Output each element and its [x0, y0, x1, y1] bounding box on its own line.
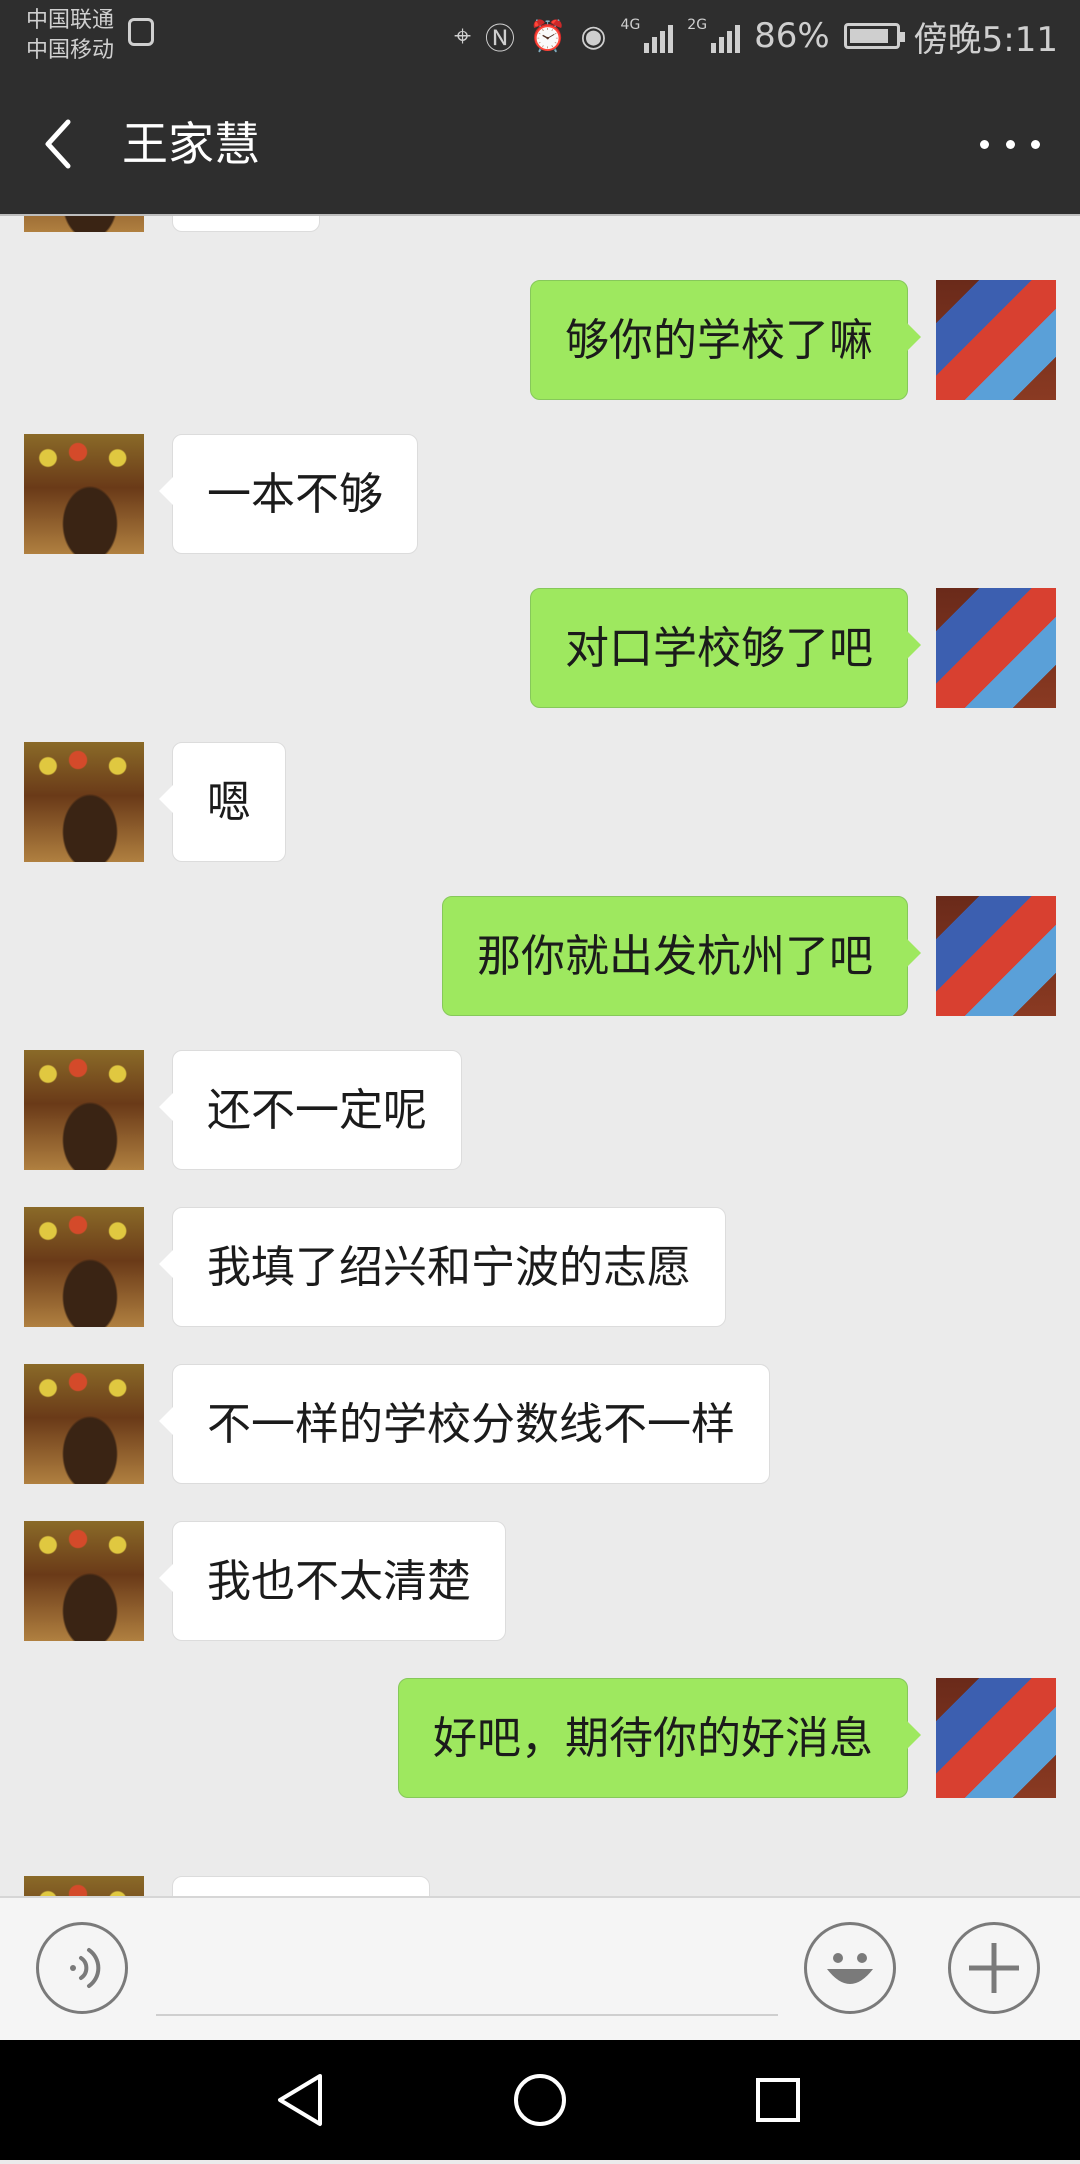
chevron-left-icon — [45, 119, 71, 169]
emoji-button[interactable] — [804, 1922, 896, 2014]
input-bar — [0, 1896, 1080, 2040]
my-avatar[interactable] — [936, 588, 1056, 708]
network-type-1: 4G — [620, 17, 641, 33]
message-row: 对口学校够了吧 — [0, 588, 1080, 708]
network-type-2: 2G — [687, 17, 708, 33]
carrier-info: 中国联通 中国移动 — [26, 6, 114, 66]
system-nav-bar — [0, 2040, 1080, 2160]
emoji-icon — [827, 1953, 873, 1984]
message-bubble-incoming[interactable] — [172, 1876, 430, 1896]
message-row: 我也不太清楚 — [0, 1521, 1080, 1641]
message-partial-bottom — [0, 1876, 1080, 1896]
message-row: 好吧，期待你的好消息 — [0, 1678, 1080, 1798]
status-indicators: ⌖ Ⓝ ⏰ ◉ 4G 2G 86% 傍晚5:11 — [454, 0, 1058, 72]
location-icon: ⌖ — [454, 18, 471, 54]
message-row: 一本不够 — [0, 434, 1080, 554]
carrier-2: 中国移动 — [26, 38, 115, 63]
contact-avatar[interactable] — [24, 216, 144, 232]
message-list[interactable]: 够你的学校了嘛 一本不够 对口学校够了吧嗯那你就出发杭州了吧还不一定呢我填了绍兴和宁… — [0, 216, 1080, 1896]
carrier-1: 中国联通 — [26, 8, 115, 33]
more-button[interactable] — [980, 134, 1040, 154]
contact-avatar[interactable] — [24, 1050, 144, 1170]
message-partial-top — [0, 216, 1080, 232]
message-bubble-outgoing[interactable]: 够你的学校了嘛 — [530, 280, 921, 400]
chat-header: 王家慧 — [0, 72, 1080, 216]
battery-icon — [843, 23, 905, 49]
message-row: 那你就出发杭州了吧 — [0, 896, 1080, 1016]
more-icon — [980, 139, 989, 149]
plus-button[interactable] — [948, 1922, 1040, 2014]
message-bubble-outgoing[interactable]: 对口学校够了吧 — [530, 588, 921, 708]
message-bubble-incoming[interactable]: 我填了绍兴和宁波的志愿 — [159, 1207, 726, 1327]
message-row: 够你的学校了嘛 — [0, 280, 1080, 400]
my-avatar[interactable] — [936, 896, 1056, 1016]
battery-fill — [849, 29, 888, 43]
notification-icon — [128, 18, 154, 46]
voice-icon — [70, 1948, 101, 1988]
message-bubble-incoming[interactable]: 还不一定呢 — [159, 1050, 462, 1170]
plus-icon — [969, 1943, 1019, 1993]
voice-button[interactable] — [36, 1922, 128, 2014]
my-avatar[interactable] — [936, 1678, 1056, 1798]
triangle-back-icon[interactable] — [278, 2074, 322, 2126]
contact-avatar[interactable] — [24, 1521, 144, 1641]
message-row: 我填了绍兴和宁波的志愿 — [0, 1207, 1080, 1327]
system-nav-icons — [278, 2074, 800, 2126]
message-bubble-outgoing[interactable]: 好吧，期待你的好消息 — [398, 1678, 921, 1798]
contact-avatar[interactable] — [24, 1207, 144, 1327]
message-bubble-incoming[interactable]: 嗯 — [159, 742, 286, 862]
contact-avatar[interactable] — [24, 1364, 144, 1484]
contact-avatar[interactable] — [24, 434, 144, 554]
message-bubble-outgoing[interactable]: 那你就出发杭州了吧 — [442, 896, 921, 1016]
my-avatar[interactable] — [936, 280, 1056, 400]
contact-avatar[interactable] — [24, 742, 144, 862]
signal-icon — [711, 19, 741, 53]
back-button[interactable] — [36, 116, 86, 172]
message-bubble-incoming[interactable]: 我也不太清楚 — [159, 1521, 506, 1641]
contact-avatar[interactable] — [24, 1876, 144, 1896]
message-bubble-incoming[interactable] — [172, 216, 320, 232]
message-row: 不一样的学校分数线不一样 — [0, 1364, 1080, 1484]
message-bubble-incoming[interactable]: 不一样的学校分数线不一样 — [159, 1364, 770, 1484]
signal-icon — [644, 19, 674, 53]
message-row: 还不一定呢 — [0, 1050, 1080, 1170]
message-row: 嗯 — [0, 742, 1080, 862]
status-bar: 中国联通 中国移动 ⌖ Ⓝ ⏰ ◉ 4G 2G 86% 傍晚5:11 — [0, 0, 1080, 72]
eye-icon: ◉ — [580, 18, 607, 54]
clock: 傍晚5:11 — [913, 19, 1058, 60]
nfc-icon: Ⓝ — [484, 22, 515, 57]
circle-home-icon[interactable] — [514, 2074, 566, 2126]
message-bubble-incoming[interactable]: 一本不够 — [159, 434, 418, 554]
alarm-icon: ⏰ — [528, 18, 567, 54]
message-input[interactable] — [156, 2014, 778, 2016]
battery-percent: 86% — [754, 16, 830, 56]
square-recent-icon[interactable] — [756, 2078, 800, 2122]
chat-title: 王家慧 — [122, 117, 260, 171]
